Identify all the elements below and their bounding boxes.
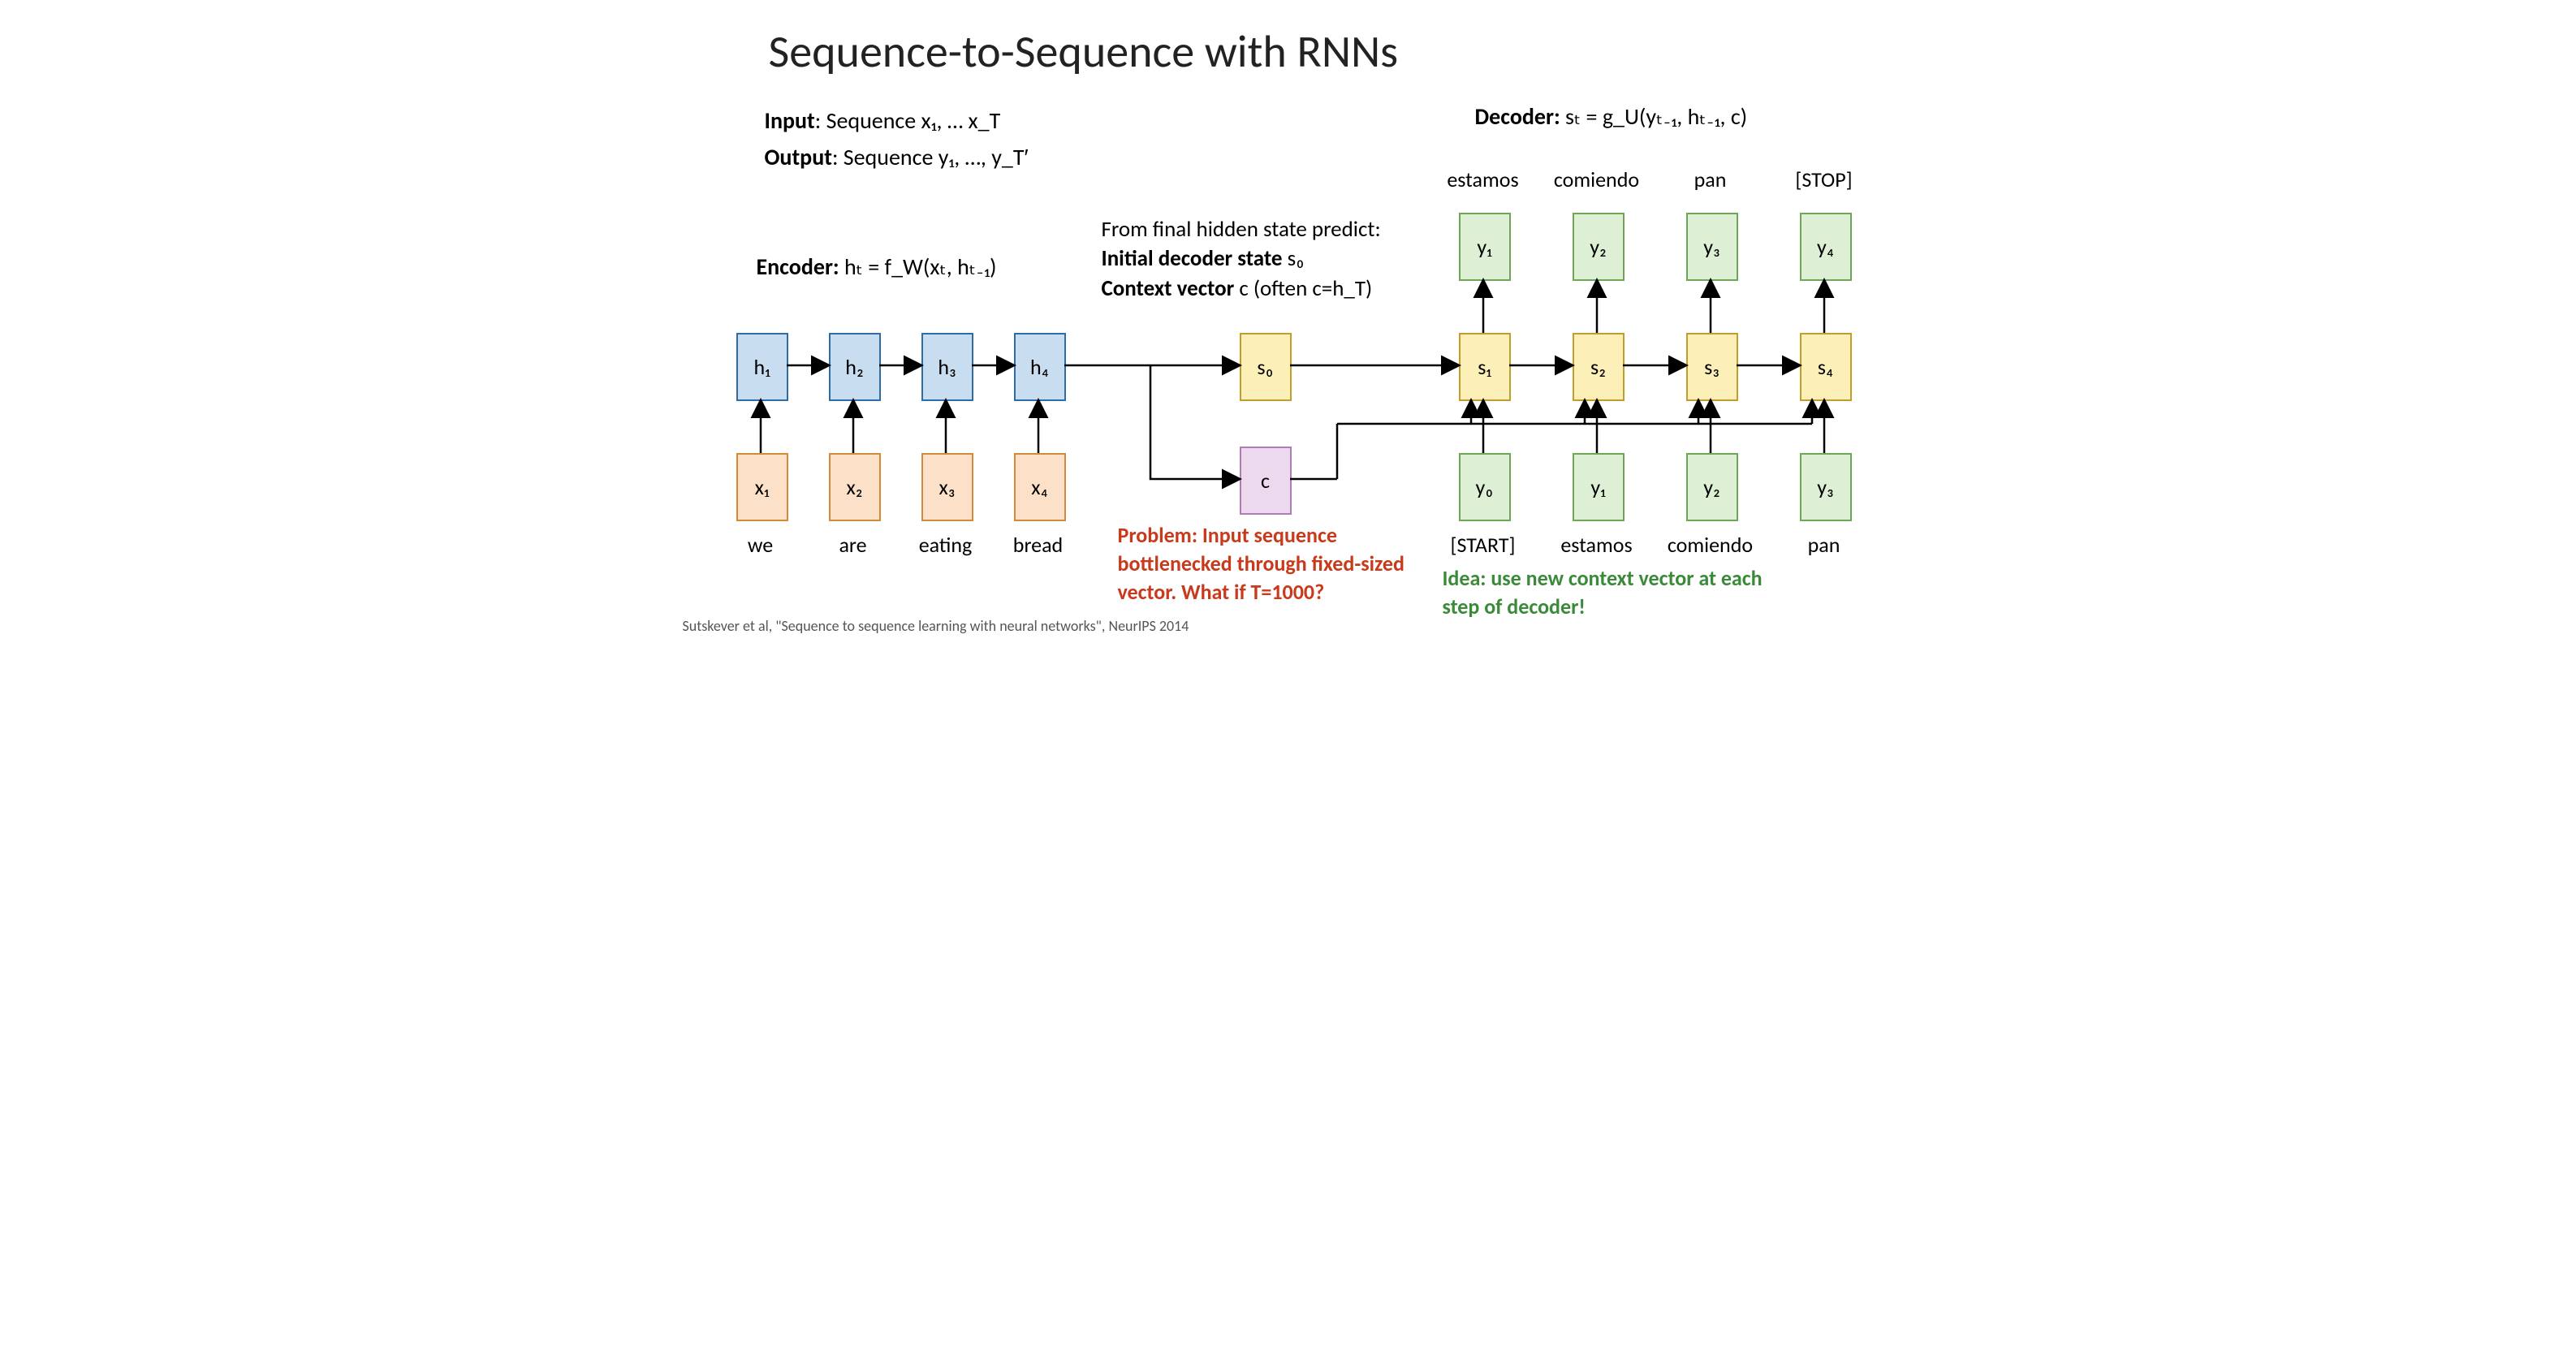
arrows-overlay (680, 0, 1897, 641)
